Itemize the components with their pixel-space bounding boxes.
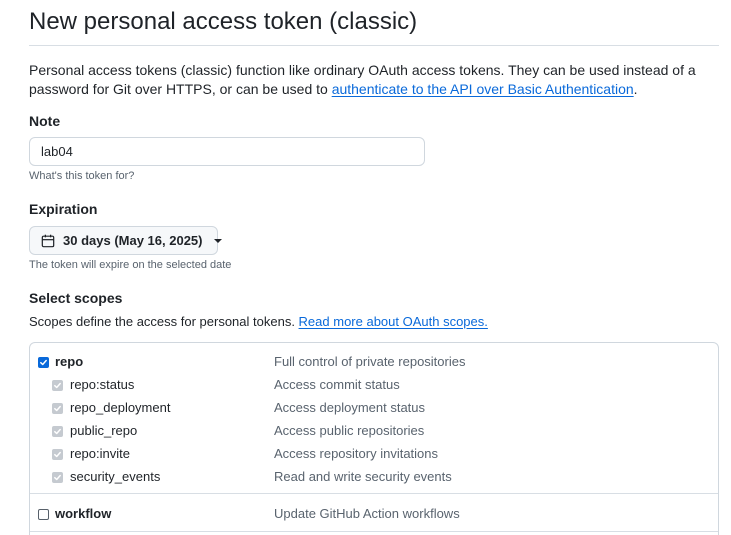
scopes-description-text: Scopes define the access for personal to… [29, 314, 299, 329]
scope-row-repo-invite: repo:invite Access repository invitation… [30, 444, 718, 467]
scope-row-workflow: workflow Update GitHub Action workflows [30, 504, 718, 527]
scope-description: Access public repositories [274, 423, 425, 438]
repo-deployment-checkbox[interactable] [52, 403, 63, 414]
title-divider [29, 45, 719, 46]
workflow-checkbox[interactable] [38, 509, 49, 520]
expiration-label: Expiration [29, 201, 98, 217]
scope-description: Read and write security events [274, 469, 452, 484]
expiration-dropdown[interactable]: 30 days (May 16, 2025) [29, 226, 223, 255]
scope-row-repo-status: repo:status Access commit status [30, 375, 718, 398]
scope-description: Access deployment status [274, 400, 426, 415]
oauth-scopes-link[interactable]: Read more about OAuth scopes. [299, 314, 488, 329]
intro-text-end: . [633, 81, 638, 97]
scopes-description: Scopes define the access for personal to… [29, 314, 488, 329]
scopes-list: repo Full control of private repositorie… [29, 342, 719, 535]
scope-description: Update GitHub Action workflows [274, 506, 460, 521]
repo-invite-checkbox[interactable] [52, 449, 63, 460]
intro-paragraph: Personal access tokens (classic) functio… [29, 61, 721, 99]
page-title: New personal access token (classic) [29, 8, 418, 35]
note-label: Note [29, 113, 61, 129]
scope-name: repo_deployment [70, 400, 171, 415]
scope-name: security_events [70, 469, 161, 484]
expiration-hint: The token will expire on the selected da… [29, 259, 232, 271]
scope-row-repo: repo Full control of private repositorie… [30, 352, 718, 375]
scope-name: public_repo [70, 423, 138, 438]
scope-divider [30, 493, 718, 494]
scope-description: Access repository invitations [274, 446, 439, 461]
scope-name: repo [55, 354, 84, 369]
security-events-checkbox[interactable] [52, 472, 63, 483]
calendar-icon [41, 234, 55, 248]
scope-row-public-repo: public_repo Access public repositories [30, 421, 718, 444]
repo-checkbox[interactable] [38, 357, 49, 368]
scope-divider [30, 531, 718, 532]
public-repo-checkbox[interactable] [52, 426, 63, 437]
chevron-down-icon [214, 238, 223, 243]
expiration-value: 30 days (May 16, 2025) [63, 233, 203, 248]
scope-name: repo:invite [70, 446, 130, 461]
note-input[interactable] [29, 137, 425, 166]
note-hint: What's this token for? [29, 170, 135, 182]
repo-status-checkbox[interactable] [52, 380, 63, 391]
basic-auth-link[interactable]: authenticate to the API over Basic Authe… [332, 81, 634, 97]
scopes-label: Select scopes [29, 290, 123, 306]
token-page: New personal access token (classic) Pers… [0, 0, 731, 535]
scope-row-security-events: security_events Read and write security … [30, 467, 718, 490]
scope-name: workflow [55, 506, 112, 521]
scope-description: Access commit status [274, 377, 400, 392]
scope-row-repo-deployment: repo_deployment Access deployment status [30, 398, 718, 421]
scope-description: Full control of private repositories [274, 354, 466, 369]
scope-name: repo:status [70, 377, 135, 392]
